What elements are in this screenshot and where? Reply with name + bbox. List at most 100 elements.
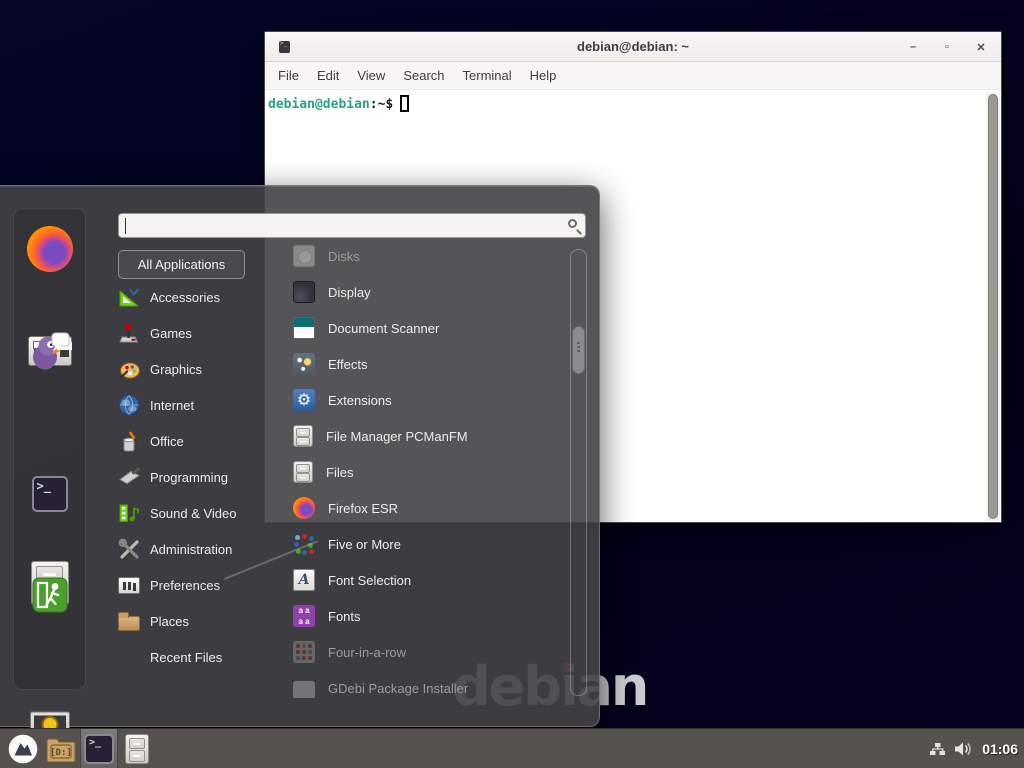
category-recent-files[interactable]: Recent Files <box>118 639 280 675</box>
category-label: Programming <box>150 470 228 485</box>
terminal-scrollbar[interactable] <box>986 92 1000 521</box>
app-disks[interactable]: Disks <box>283 238 563 274</box>
category-label: Accessories <box>150 290 220 305</box>
menu-edit[interactable]: Edit <box>308 64 348 87</box>
category-label: Preferences <box>150 578 220 593</box>
app-document-scanner[interactable]: Document Scanner <box>283 310 563 346</box>
accessories-icon <box>118 286 140 308</box>
favorite-pidgin-icon[interactable] <box>29 329 71 371</box>
app-files[interactable]: Files <box>283 454 563 490</box>
category-internet[interactable]: Internet <box>118 387 280 423</box>
network-icon[interactable] <box>929 741 946 757</box>
category-accessories[interactable]: Accessories <box>118 279 280 315</box>
firefox-icon <box>293 497 315 519</box>
category-administration[interactable]: Administration <box>118 531 280 567</box>
favorite-firefox-icon[interactable] <box>27 226 73 272</box>
category-preferences[interactable]: Preferences <box>118 567 280 603</box>
app-effects[interactable]: Effects <box>283 346 563 382</box>
category-label: Administration <box>150 542 232 557</box>
terminal-scrollbar-thumb[interactable] <box>988 94 998 519</box>
terminal-titlebar[interactable]: debian@debian: ~ – ▫ ✕ <box>265 32 1001 62</box>
administration-icon <box>118 538 140 560</box>
app-gdebi-package-installer[interactable]: GDebi Package Installer <box>283 670 563 698</box>
app-label: GDebi Package Installer <box>328 681 468 696</box>
search-icon <box>568 219 577 228</box>
app-label: Effects <box>328 357 368 372</box>
application-list: Disks Display Document Scanner Effects E… <box>283 238 563 698</box>
minimize-button[interactable]: – <box>903 37 923 57</box>
disks-icon <box>293 245 315 267</box>
prompt-user-host: debian@debian <box>268 97 370 112</box>
menu-view[interactable]: View <box>348 64 394 87</box>
all-applications-button[interactable]: All Applications <box>118 250 245 279</box>
app-four-in-a-row[interactable]: Four-in-a-row <box>283 634 563 670</box>
menu-search[interactable]: Search <box>394 64 453 87</box>
extensions-icon <box>293 389 315 411</box>
favorites-panel <box>13 208 86 690</box>
menu-terminal[interactable]: Terminal <box>454 64 521 87</box>
maximize-button[interactable]: ▫ <box>937 37 957 57</box>
taskbar-tray: 01:06 <box>929 729 1018 768</box>
app-label: File Manager PCManFM <box>326 429 468 444</box>
places-folder-icon <box>118 616 140 631</box>
category-list: Accessories Games Graphics <box>118 279 280 675</box>
taskbar: [D:] 01:06 <box>0 728 1024 768</box>
four-in-a-row-icon <box>293 641 315 663</box>
taskbar-files-icon <box>125 734 149 764</box>
category-office[interactable]: Office <box>118 423 280 459</box>
close-button[interactable]: ✕ <box>971 37 991 57</box>
app-display[interactable]: Display <box>283 274 563 310</box>
log-out-icon[interactable] <box>32 577 68 613</box>
app-list-scrollbar-thumb[interactable] <box>572 326 585 374</box>
pcmanfm-folder-icon: [D:] <box>45 735 77 763</box>
effects-icon <box>293 353 315 375</box>
category-games[interactable]: Games <box>118 315 280 351</box>
menu-launcher-icon <box>8 734 38 764</box>
preferences-icon <box>118 577 140 594</box>
category-sound-video[interactable]: Sound & Video <box>118 495 280 531</box>
app-label: Disks <box>328 249 360 264</box>
favorite-terminal-icon[interactable] <box>32 476 68 512</box>
taskbar-left: [D:] <box>4 729 156 768</box>
app-font-selection[interactable]: Font Selection <box>283 562 563 598</box>
taskbar-terminal-button[interactable] <box>80 729 118 768</box>
menu-help[interactable]: Help <box>521 64 566 87</box>
taskbar-files-button[interactable] <box>118 729 156 768</box>
gdebi-icon <box>293 681 315 698</box>
category-graphics[interactable]: Graphics <box>118 351 280 387</box>
all-applications-label: All Applications <box>138 257 225 272</box>
category-label: Places <box>150 614 189 629</box>
menu-file[interactable]: File <box>269 64 308 87</box>
text-caret <box>125 218 126 234</box>
search-box[interactable] <box>118 213 586 238</box>
app-list-scrollbar[interactable] <box>570 249 587 696</box>
volume-icon[interactable] <box>954 741 974 757</box>
app-label: Document Scanner <box>328 321 439 336</box>
taskbar-clock[interactable]: 01:06 <box>982 741 1018 757</box>
search-input[interactable] <box>119 214 585 237</box>
category-programming[interactable]: Programming <box>118 459 280 495</box>
terminal-menubar: File Edit View Search Terminal Help <box>265 62 1001 90</box>
app-firefox-esr[interactable]: Firefox ESR <box>283 490 563 526</box>
taskbar-terminal-icon <box>84 734 114 764</box>
terminal-window-icon <box>279 41 290 53</box>
window-controls: – ▫ ✕ <box>903 32 991 62</box>
app-label: Files <box>326 465 353 480</box>
app-extensions[interactable]: Extensions <box>283 382 563 418</box>
app-fonts[interactable]: Fonts <box>283 598 563 634</box>
app-five-or-more[interactable]: Five or More <box>283 526 563 562</box>
office-icon <box>118 430 140 452</box>
prompt-suffix: :~$ <box>370 97 393 112</box>
taskbar-pcmanfm-button[interactable]: [D:] <box>42 729 80 768</box>
category-label: Internet <box>150 398 194 413</box>
application-menu: All Applications Accessories Games <box>0 185 600 727</box>
category-label: Graphics <box>150 362 202 377</box>
app-file-manager-pcmanfm[interactable]: File Manager PCManFM <box>283 418 563 454</box>
app-label: Five or More <box>328 537 401 552</box>
document-scanner-icon <box>293 317 315 339</box>
app-label: Firefox ESR <box>328 501 398 516</box>
app-label: Four-in-a-row <box>328 645 406 660</box>
games-icon <box>118 322 140 344</box>
category-places[interactable]: Places <box>118 603 280 639</box>
menu-launcher-button[interactable] <box>4 729 42 768</box>
